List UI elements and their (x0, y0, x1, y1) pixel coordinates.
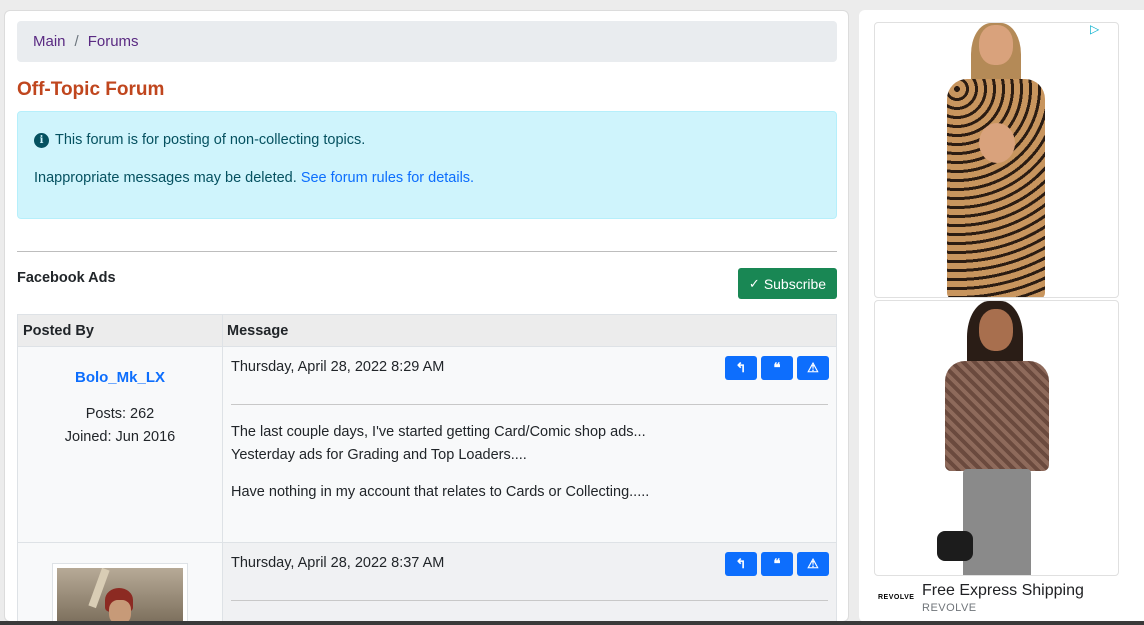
page-title: Off-Topic Forum (17, 79, 165, 100)
author-joined: Joined: Jun 2016 (64, 429, 176, 445)
quote-icon[interactable]: ❝ (761, 356, 793, 380)
breadcrumb-main[interactable]: Main (33, 33, 66, 50)
table-row: Thursday, April 28, 2022 8:37 AM ↰ ❝ ⚠ (18, 543, 836, 621)
breadcrumb: Main / Forums (17, 21, 837, 62)
breadcrumb-separator: / (74, 33, 79, 50)
post-author-link[interactable]: Bolo_Mk_LX (18, 369, 222, 386)
forum-panel: Main / Forums Off-Topic Forum i This for… (4, 10, 849, 622)
report-icon[interactable]: ⚠ (797, 356, 829, 380)
subscribe-label: Subscribe (763, 275, 827, 292)
post-date: Thursday, April 28, 2022 8:29 AM (231, 359, 445, 375)
info-circle-icon: i (34, 132, 49, 148)
divider (17, 251, 837, 252)
avatar-image (57, 568, 183, 621)
post-body-line: The last couple days, I've started getti… (231, 424, 646, 440)
table-header: Posted By Message (18, 314, 836, 347)
check-icon: ✓ (748, 275, 760, 291)
message-divider (231, 600, 828, 601)
quote-icon[interactable]: ❝ (761, 552, 793, 576)
info-text-2: Inappropriate messages may be deleted. (34, 170, 297, 186)
avatar[interactable] (52, 563, 188, 621)
ad-panel[interactable]: ▷ REVOLVE Free Express Shipping REVOLVE (859, 10, 1144, 622)
column-divider (222, 314, 223, 621)
ad-brand: REVOLVE (922, 602, 977, 614)
author-post-count: Posts: 262 (85, 406, 155, 422)
header-message: Message (227, 323, 289, 339)
reply-icon[interactable]: ↰ (725, 356, 757, 380)
ad-headline[interactable]: Free Express Shipping (922, 582, 1084, 600)
ad-brand-logo: REVOLVE (878, 594, 915, 601)
forum-info-alert: i This forum is for posting of non-colle… (17, 111, 837, 219)
topic-title: Facebook Ads (17, 270, 116, 286)
ad-product-image[interactable] (874, 22, 1119, 298)
posts-table: Posted By Message Bolo_Mk_LX Posts: 262 … (17, 314, 837, 621)
header-posted-by: Posted By (23, 323, 94, 339)
ad-product-image[interactable] (874, 300, 1119, 576)
author-cell (18, 543, 222, 621)
report-icon[interactable]: ⚠ (797, 552, 829, 576)
info-text-1: This forum is for posting of non-collect… (55, 132, 366, 148)
post-actions: ↰ ❝ ⚠ (725, 552, 829, 576)
breadcrumb-forums[interactable]: Forums (88, 33, 139, 50)
post-actions: ↰ ❝ ⚠ (725, 356, 829, 380)
forum-rules-link[interactable]: See forum rules for details. (301, 170, 474, 186)
post-body-line: Yesterday ads for Grading and Top Loader… (231, 447, 527, 463)
post-date: Thursday, April 28, 2022 8:37 AM (231, 555, 445, 571)
window-bottom-edge (0, 621, 1144, 625)
reply-icon[interactable]: ↰ (725, 552, 757, 576)
adchoices-icon[interactable]: ▷ (1090, 22, 1099, 36)
subscribe-button[interactable]: ✓ Subscribe (738, 268, 837, 299)
post-body-line: Have nothing in my account that relates … (231, 484, 650, 500)
message-divider (231, 404, 828, 405)
table-row: Bolo_Mk_LX Posts: 262 Joined: Jun 2016 T… (18, 347, 836, 543)
